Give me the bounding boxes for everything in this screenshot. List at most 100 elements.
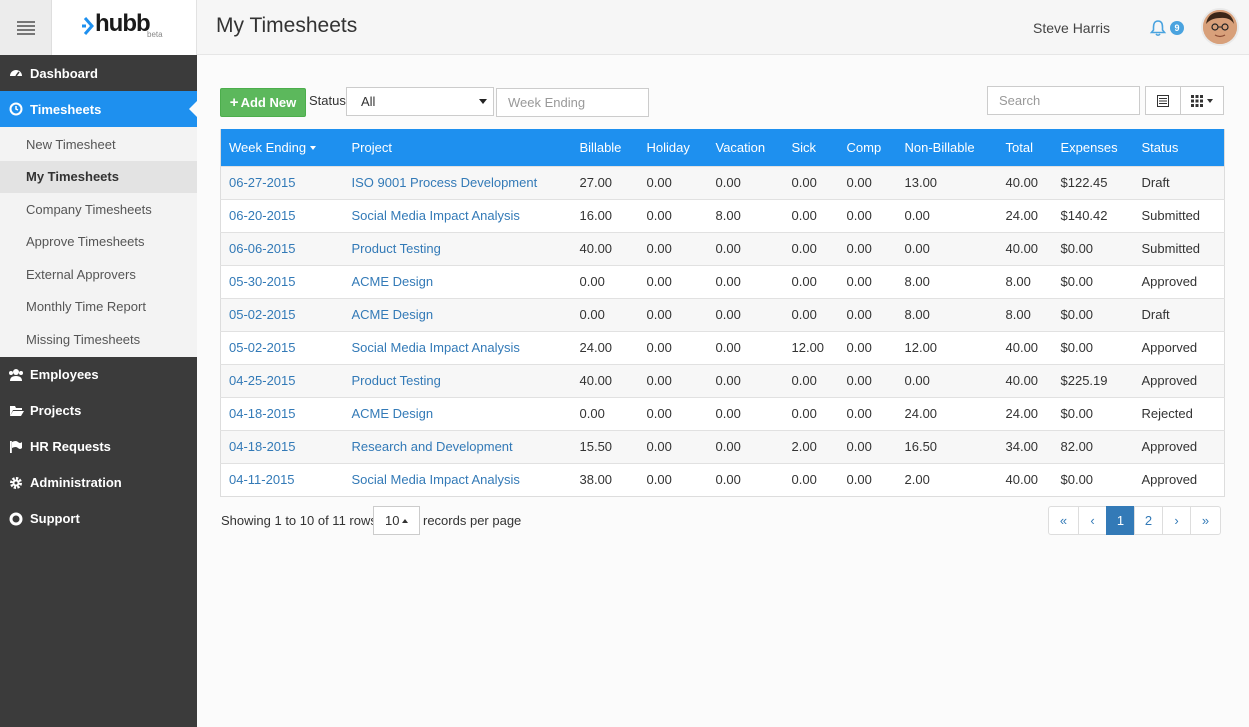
week-ending-link[interactable]: 04-11-2015 <box>220 462 344 496</box>
week-ending-link[interactable]: 05-30-2015 <box>220 264 344 298</box>
table-cell: 40.00 <box>997 462 1053 496</box>
table-cell: 0.00 <box>571 396 639 430</box>
table-cell: Apporved <box>1133 330 1225 364</box>
column-header-total[interactable]: Total <box>998 129 1053 166</box>
week-ending-link[interactable]: 06-27-2015 <box>220 165 344 199</box>
search-input[interactable]: Search <box>987 86 1140 115</box>
table-cell: 24.00 <box>571 330 639 364</box>
project-link[interactable]: Product Testing <box>343 363 572 397</box>
table-cell: 0.00 <box>838 396 897 430</box>
sidebar-item-dashboard[interactable]: Dashboard <box>0 55 197 91</box>
column-header-holiday[interactable]: Holiday <box>639 129 708 166</box>
add-new-button[interactable]: + Add New <box>220 88 306 117</box>
column-header-vacation[interactable]: Vacation <box>708 129 784 166</box>
status-select[interactable]: All <box>346 87 494 116</box>
project-link[interactable]: Social Media Impact Analysis <box>343 462 572 496</box>
week-ending-link[interactable]: 06-20-2015 <box>220 198 344 232</box>
column-header-label: Status <box>1141 139 1179 155</box>
bell-icon[interactable] <box>1149 19 1167 37</box>
column-header-project[interactable]: Project <box>344 129 572 166</box>
table-cell: Draft <box>1133 297 1225 331</box>
table-cell: 8.00 <box>997 264 1053 298</box>
page-size-value: 10 <box>385 513 400 528</box>
sidebar-item-employees[interactable]: Employees <box>0 357 197 393</box>
column-header-week-ending[interactable]: Week Ending <box>221 129 344 166</box>
week-ending-link[interactable]: 05-02-2015 <box>220 330 344 364</box>
list-view-button[interactable] <box>1145 86 1181 115</box>
submenu-missing-timesheets[interactable]: Missing Timesheets <box>0 323 197 356</box>
caret-down-icon <box>479 99 487 104</box>
column-header-status[interactable]: Status <box>1134 129 1225 166</box>
page-2-button[interactable]: 2 <box>1134 506 1163 535</box>
sidebar-item-administration[interactable]: Administration <box>0 465 197 501</box>
submenu-approve-timesheets[interactable]: Approve Timesheets <box>0 226 197 259</box>
sidebar-item-support[interactable]: Support <box>0 501 197 537</box>
table-row[interactable]: 04-11-2015 Social Media Impact Analysis 38… <box>220 462 1225 496</box>
table-cell: 0.00 <box>638 462 708 496</box>
project-link[interactable]: Social Media Impact Analysis <box>343 330 572 364</box>
first-page-button[interactable]: « <box>1048 506 1079 535</box>
top-bar: hubb beta My Timesheets Steve Harris 9 <box>0 0 1249 55</box>
user-name[interactable]: Steve Harris <box>1033 20 1110 36</box>
column-header-comp[interactable]: Comp <box>839 129 897 166</box>
table-cell: $0.00 <box>1052 297 1134 331</box>
table-cell: Approved <box>1133 363 1225 397</box>
week-ending-link[interactable]: 04-25-2015 <box>220 363 344 397</box>
table-row[interactable]: 05-02-2015 ACME Design 0.00 0.00 0.00 0.00 0.0… <box>220 297 1225 331</box>
avatar[interactable] <box>1201 8 1239 46</box>
table-cell: 0.00 <box>783 396 839 430</box>
sidebar-item-projects[interactable]: Projects <box>0 393 197 429</box>
table-cell: 38.00 <box>571 462 639 496</box>
next-page-button[interactable]: › <box>1162 506 1191 535</box>
table-cell: 0.00 <box>707 429 784 463</box>
menu-toggle-button[interactable] <box>0 0 52 55</box>
project-link[interactable]: ACME Design <box>343 297 572 331</box>
table-row[interactable]: 04-25-2015 Product Testing 40.00 0.00 0.00 0.… <box>220 363 1225 397</box>
column-header-non-billable[interactable]: Non-Billable <box>897 129 998 166</box>
table-row[interactable]: 05-30-2015 ACME Design 0.00 0.00 0.00 0.00 0.0… <box>220 264 1225 298</box>
last-page-button[interactable]: » <box>1190 506 1221 535</box>
table-cell: 0.00 <box>571 264 639 298</box>
week-ending-link[interactable]: 04-18-2015 <box>220 429 344 463</box>
page-title: My Timesheets <box>216 14 358 37</box>
table-row[interactable]: 04-18-2015 ACME Design 0.00 0.00 0.00 0.00 0.0… <box>220 396 1225 430</box>
table-cell: 8.00 <box>896 264 998 298</box>
page-1-button[interactable]: 1 <box>1106 506 1135 535</box>
table-cell: 0.00 <box>783 264 839 298</box>
sidebar-item-hr-requests[interactable]: HR Requests <box>0 429 197 465</box>
submenu-my-timesheets[interactable]: My Timesheets <box>0 160 197 193</box>
week-ending-link[interactable]: 05-02-2015 <box>220 297 344 331</box>
table-cell: $225.19 <box>1052 363 1134 397</box>
column-header-label: Expenses <box>1060 139 1118 155</box>
page-size-dropdown[interactable]: 10 <box>373 506 420 535</box>
sidebar-item-timesheets[interactable]: Timesheets <box>0 91 197 127</box>
table-row[interactable]: 06-06-2015 Product Testing 40.00 0.00 0.00 0.… <box>220 231 1225 265</box>
project-link[interactable]: ACME Design <box>343 396 572 430</box>
table-row[interactable]: 04-18-2015 Research and Development 15.50 0… <box>220 429 1225 463</box>
project-link[interactable]: Social Media Impact Analysis <box>343 198 572 232</box>
table-row[interactable]: 06-27-2015 ISO 9001 Process Development 27… <box>220 165 1225 199</box>
submenu-monthly-time-report[interactable]: Monthly Time Report <box>0 291 197 324</box>
logo[interactable]: hubb beta <box>52 0 197 55</box>
project-link[interactable]: Research and Development <box>343 429 572 463</box>
project-link[interactable]: ACME Design <box>343 264 572 298</box>
column-header-sick[interactable]: Sick <box>784 129 839 166</box>
column-header-billable[interactable]: Billable <box>572 129 639 166</box>
column-header-expenses[interactable]: Expenses <box>1053 129 1134 166</box>
prev-page-button[interactable]: ‹ <box>1078 506 1107 535</box>
week-ending-input[interactable]: Week Ending <box>496 88 649 117</box>
folder-icon <box>8 403 24 419</box>
project-link[interactable]: Product Testing <box>343 231 572 265</box>
table-cell: 0.00 <box>707 231 784 265</box>
week-ending-link[interactable]: 06-06-2015 <box>220 231 344 265</box>
gear-icon <box>8 475 24 491</box>
submenu-new-timesheet[interactable]: New Timesheet <box>0 128 197 161</box>
columns-toggle-button[interactable] <box>1180 86 1224 115</box>
table-cell: 0.00 <box>707 462 784 496</box>
week-ending-link[interactable]: 04-18-2015 <box>220 396 344 430</box>
table-row[interactable]: 06-20-2015 Social Media Impact Analysis 16… <box>220 198 1225 232</box>
submenu-company-timesheets[interactable]: Company Timesheets <box>0 193 197 226</box>
project-link[interactable]: ISO 9001 Process Development <box>343 165 572 199</box>
submenu-external-approvers[interactable]: External Approvers <box>0 258 197 291</box>
table-row[interactable]: 05-02-2015 Social Media Impact Analysis 24… <box>220 330 1225 364</box>
